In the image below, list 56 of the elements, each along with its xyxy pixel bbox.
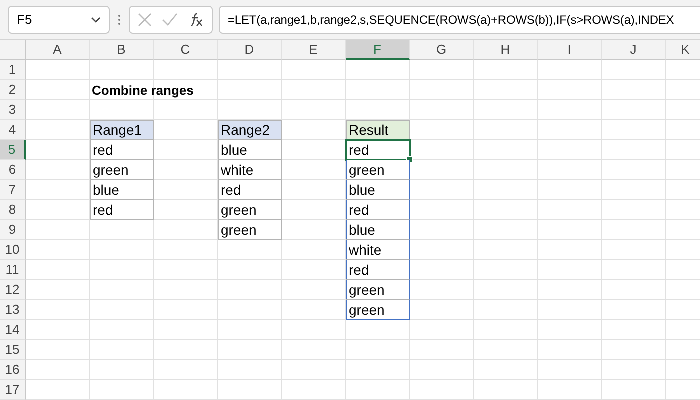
check-icon[interactable] — [162, 13, 178, 26]
table-cell[interactable]: blue — [218, 140, 282, 160]
table-cell[interactable]: red — [346, 200, 410, 220]
table-cell[interactable]: white — [346, 240, 410, 260]
table-cell[interactable]: blue — [346, 180, 410, 200]
caret-icon[interactable] — [91, 16, 101, 22]
table-cell[interactable]: red — [218, 180, 282, 200]
table-header: Range1 — [90, 120, 154, 140]
row-header[interactable]: 2 — [0, 80, 26, 100]
table-cell[interactable]: green — [218, 200, 282, 220]
sheet-title: Combine ranges — [91, 82, 195, 100]
row-header[interactable]: 16 — [0, 360, 26, 380]
row-header[interactable]: 15 — [0, 340, 26, 360]
column-header[interactable]: H — [474, 40, 538, 60]
row-header[interactable]: 1 — [0, 60, 26, 80]
row-header[interactable]: 14 — [0, 320, 26, 340]
column-header[interactable]: A — [26, 40, 90, 60]
row-header[interactable]: 9 — [0, 220, 26, 240]
table-header: Range2 — [218, 120, 282, 140]
row-header[interactable]: 11 — [0, 260, 26, 280]
table-cell[interactable]: red — [346, 140, 410, 160]
row-header[interactable]: 17 — [0, 380, 26, 400]
table-cell[interactable]: green — [346, 160, 410, 180]
table-cell[interactable]: green — [218, 220, 282, 240]
column-header[interactable]: I — [538, 40, 602, 60]
table-cell[interactable]: red — [346, 260, 410, 280]
table-cell[interactable]: green — [90, 160, 154, 180]
table-cell[interactable]: red — [90, 200, 154, 220]
table-cell[interactable]: blue — [90, 180, 154, 200]
row-header[interactable]: 10 — [0, 240, 26, 260]
column-header[interactable]: K — [666, 40, 700, 60]
row-header[interactable]: 3 — [0, 100, 26, 120]
table-cell[interactable]: white — [218, 160, 282, 180]
row-header[interactable]: 4 — [0, 120, 26, 140]
name-box[interactable]: F5 — [8, 6, 110, 34]
row-header[interactable]: 13 — [0, 300, 26, 320]
table-cell[interactable]: green — [346, 300, 410, 320]
row-header[interactable]: 5 — [0, 140, 26, 160]
column-header[interactable]: D — [218, 40, 282, 60]
column-header[interactable]: E — [282, 40, 346, 60]
function-icon[interactable] — [188, 12, 204, 28]
table-cell[interactable]: red — [90, 140, 154, 160]
column-header[interactable]: J — [602, 40, 666, 60]
row-header[interactable]: 8 — [0, 200, 26, 220]
drag-handle-icon[interactable] — [118, 14, 121, 26]
column-header[interactable]: C — [154, 40, 218, 60]
table-header: Result — [346, 120, 410, 140]
table-cell[interactable]: blue — [346, 220, 410, 240]
column-header[interactable]: B — [90, 40, 154, 60]
row-header[interactable]: 6 — [0, 160, 26, 180]
table-cell[interactable]: green — [346, 280, 410, 300]
formula-field[interactable]: =LET(a,range1,b,range2,s,SEQUENCE(ROWS(a)+ROWS(b)),IF(s>ROWS(a),INDEX — [219, 6, 700, 34]
row-header[interactable]: 7 — [0, 180, 26, 200]
column-header[interactable]: F — [346, 40, 410, 60]
row-header[interactable]: 12 — [0, 280, 26, 300]
column-header[interactable]: G — [410, 40, 474, 60]
